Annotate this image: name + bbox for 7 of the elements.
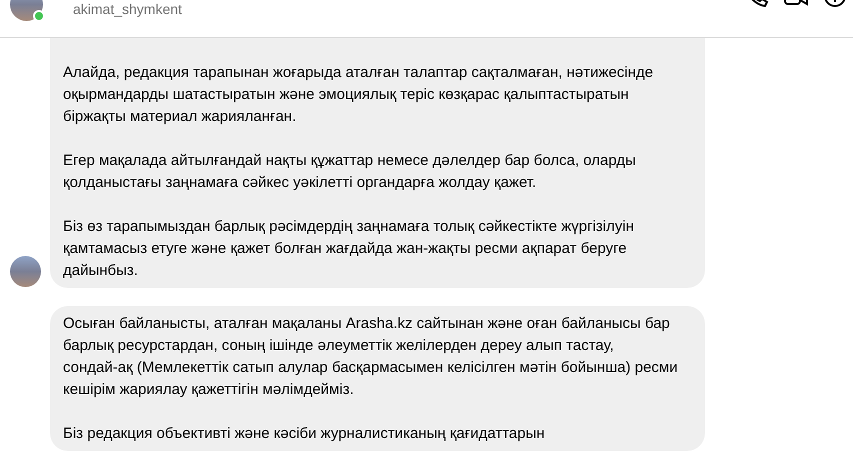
message-text: Біз редакция объективті және кәсіби журналистиканың қағидаттарын: [63, 424, 546, 444]
username[interactable]: akimat_shymkent: [73, 0, 182, 20]
message-text: Алайда, редакция тарапынан жоғарыда аталған талаптар сақталмаған, нәтижесінде оқырмандарды шатастыратын және эмоциялық теріс көзқарас қалыптастыратын біржақты материал жарияланған.: [63, 63, 654, 127]
sender-avatar: [10, 256, 41, 287]
message-text: Егер мақалада айтылғандай нақты құжаттар немесе дәлелдер бар болса, оларды қолданыстағы заңнамаға сәйкес уәкілетті органдарға жолдау қажет.: [63, 151, 637, 193]
message-text: Біз өз тарапымыздан барлық рәсімдердің заңнамаға толық сәйкестікте жүргізілуін қамтамасыз етуге және қажет болған жағдайда жан-жақты ресми ақпарат беруге дайынбыз.: [63, 217, 636, 281]
message-text: Осыған байланысты, аталған мақаланы Arasha.kz сайтынан және оған байланысы бар барлық ресурстардан, соның ішінде әлеуметтік желілерден дереу алып тастау, сондай-ақ (Мемлекеттік сатып алулар басқармасымен келісілген мәтін бойынша) ресми кешірім жариялау қажеттігін мәлімдейміз.: [63, 314, 679, 400]
